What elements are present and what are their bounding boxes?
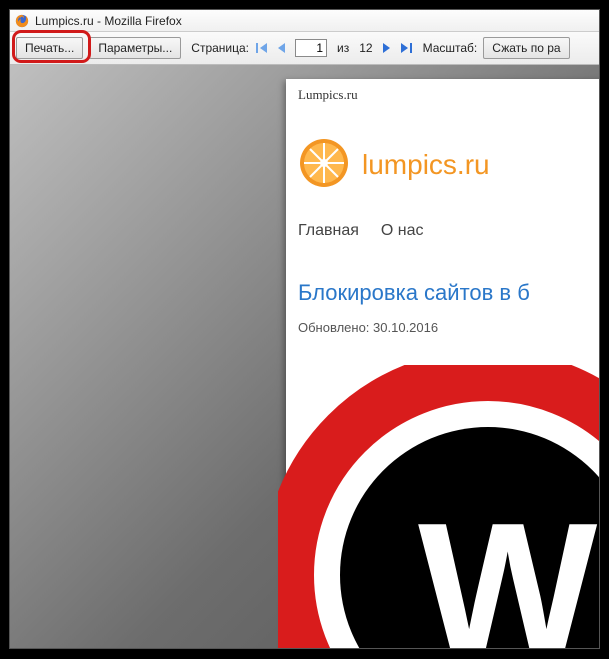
page-of-label: из (337, 41, 349, 55)
orange-slice-icon (298, 137, 350, 192)
site-logo: lumpics.ru (298, 137, 599, 192)
print-preview-window: Lumpics.ru - Mozilla Firefox Печать... П… (9, 9, 600, 649)
prev-page-icon[interactable] (275, 41, 289, 55)
scale-label: Масштаб: (423, 41, 478, 55)
firefox-icon (14, 13, 30, 29)
graphic-text: W (418, 484, 598, 648)
page-number-input[interactable] (295, 39, 327, 57)
menu-home[interactable]: Главная (298, 222, 359, 240)
next-page-icon[interactable] (379, 41, 393, 55)
article-title: Блокировка сайтов в б (298, 280, 599, 306)
page-label: Страница: (191, 41, 249, 55)
article-graphic: W (278, 365, 599, 648)
window-title: Lumpics.ru - Mozilla Firefox (35, 14, 182, 28)
first-page-icon[interactable] (255, 41, 269, 55)
page-total: 12 (359, 41, 372, 55)
page-header-text: Lumpics.ru (286, 79, 599, 107)
page-preview: Lumpics.ru (286, 79, 599, 648)
article-date: Обновлено: 30.10.2016 (298, 320, 599, 335)
site-menu: Главная О нас (298, 222, 599, 240)
toolbar: Печать... Параметры... Страница: из 12 М… (10, 32, 599, 65)
preview-area: Lumpics.ru (10, 65, 599, 648)
site-name: lumpics.ru (362, 149, 490, 181)
menu-about[interactable]: О нас (381, 222, 424, 240)
titlebar: Lumpics.ru - Mozilla Firefox (10, 10, 599, 32)
shrink-button[interactable]: Сжать по ра (483, 37, 569, 59)
last-page-icon[interactable] (399, 41, 413, 55)
params-button[interactable]: Параметры... (89, 37, 181, 59)
print-button[interactable]: Печать... (16, 37, 83, 59)
